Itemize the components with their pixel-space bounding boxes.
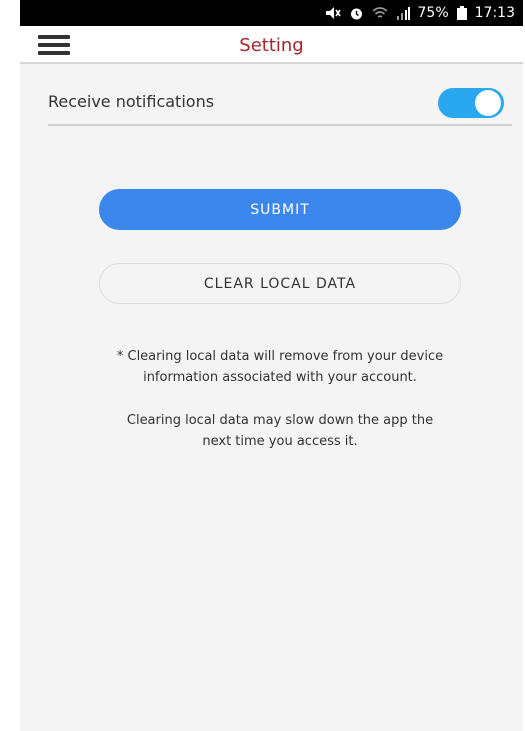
clear-local-data-button[interactable]: CLEAR LOCAL DATA — [99, 263, 461, 304]
status-bar: 75% 17:13 — [20, 0, 523, 26]
slowdown-warning-line1: Clearing local data may slow down the ap… — [126, 413, 434, 428]
clear-data-warning-line1: * Clearing local data will remove from y… — [116, 349, 444, 364]
clear-data-warning: * Clearing local data will remove from y… — [60, 346, 500, 388]
slowdown-warning: Clearing local data may slow down the ap… — [60, 410, 500, 452]
notifications-toggle[interactable] — [438, 88, 504, 118]
battery-icon — [456, 6, 467, 20]
status-time: 17:13 — [474, 5, 515, 21]
notifications-label: Receive notifications — [48, 92, 215, 111]
slowdown-warning-line2: next time you access it. — [202, 434, 358, 449]
app-screen: 75% 17:13 Setting Receive notifications … — [20, 0, 523, 731]
alarm-icon — [349, 6, 364, 21]
mute-icon — [325, 6, 341, 20]
toggle-knob — [475, 90, 501, 116]
notifications-setting-row: Receive notifications — [48, 84, 512, 126]
signal-icon — [396, 6, 410, 20]
page-title: Setting — [239, 35, 304, 56]
app-bar: Setting — [20, 26, 523, 64]
clear-data-warning-line2: information associated with your account… — [143, 370, 417, 385]
submit-button[interactable]: SUBMIT — [99, 189, 461, 230]
wifi-icon — [371, 6, 388, 20]
battery-percent: 75% — [417, 5, 449, 21]
